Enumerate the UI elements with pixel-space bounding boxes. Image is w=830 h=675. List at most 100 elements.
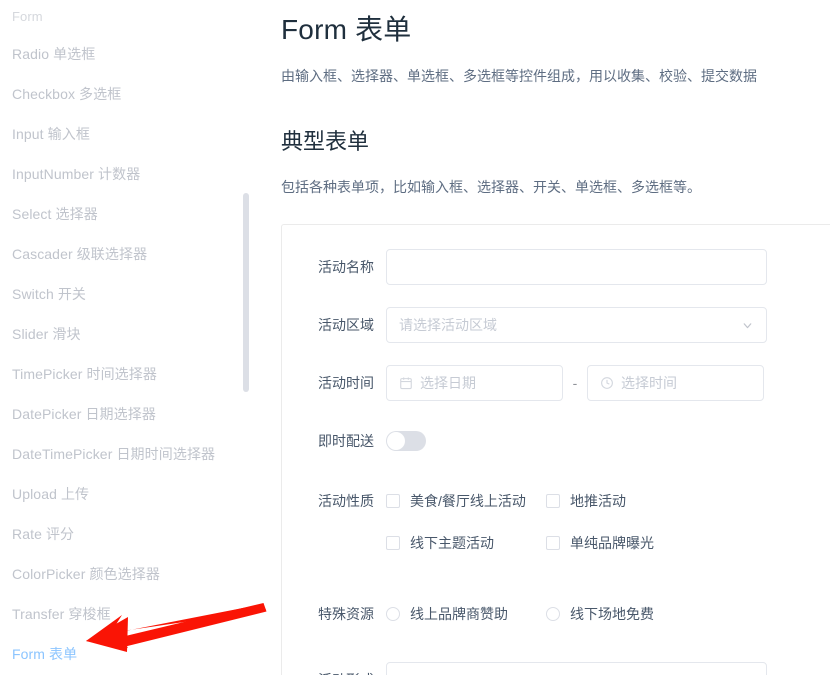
sidebar-group-form: Form bbox=[0, 0, 256, 34]
sidebar-item-label: TimePicker 时间选择器 bbox=[12, 366, 157, 382]
checkbox-box-icon bbox=[386, 536, 400, 550]
sidebar-item-label: DateTimePicker 日期时间选择器 bbox=[12, 446, 216, 462]
form-row-resource: 特殊资源 线上品牌商赞助 线下场地免费 bbox=[282, 596, 830, 632]
documentation-page: Form Radio 单选框 Checkbox 多选框 Input 输入框 In… bbox=[0, 0, 830, 675]
sidebar-item-label: Cascader 级联选择器 bbox=[12, 246, 148, 262]
form-label-time: 活动时间 bbox=[318, 375, 374, 391]
activity-date-picker[interactable]: 选择日期 bbox=[386, 365, 563, 401]
sidebar-item-upload[interactable]: Upload 上传 bbox=[0, 474, 256, 514]
form-row-nature: 活动性质 美食/餐厅线上活动 地推活动 线下主题活动 单纯品牌曝光 bbox=[282, 483, 830, 574]
form-label-resource: 特殊资源 bbox=[318, 606, 374, 622]
sidebar-item-select[interactable]: Select 选择器 bbox=[0, 194, 256, 234]
activity-region-placeholder: 请选择活动区域 bbox=[399, 317, 497, 333]
form-row-time: 活动时间 选择日期 - 选择时间 bbox=[282, 365, 830, 401]
sidebar-item-slider[interactable]: Slider 滑块 bbox=[0, 314, 256, 354]
sidebar-item-label: Transfer 穿梭框 bbox=[12, 606, 111, 622]
sidebar-item-label: Switch 开关 bbox=[12, 286, 87, 302]
page-description: 由输入框、选择器、单选框、多选框等控件组成，用以收集、校验、提交数据 bbox=[281, 68, 757, 84]
sidebar-nav-list: Form Radio 单选框 Checkbox 多选框 Input 输入框 In… bbox=[0, 0, 256, 674]
sidebar-scrollbar-thumb[interactable] bbox=[243, 193, 249, 392]
checkbox-label: 美食/餐厅线上活动 bbox=[410, 493, 526, 509]
sidebar-item-label: Rate 评分 bbox=[12, 526, 75, 542]
form-label-nature: 活动性质 bbox=[318, 493, 374, 509]
activity-region-select[interactable]: 请选择活动区域 bbox=[386, 307, 767, 343]
form-row-region: 活动区域 请选择活动区域 bbox=[282, 307, 830, 343]
sidebar-item-datepicker[interactable]: DatePicker 日期选择器 bbox=[0, 394, 256, 434]
activity-date-placeholder: 选择日期 bbox=[420, 375, 476, 391]
sidebar-item-label: Form bbox=[12, 9, 43, 24]
activity-format-textarea[interactable] bbox=[386, 662, 767, 675]
sidebar-item-transfer[interactable]: Transfer 穿梭框 bbox=[0, 594, 256, 634]
form-control-region: 请选择活动区域 bbox=[386, 307, 830, 343]
instant-delivery-switch[interactable] bbox=[386, 431, 426, 451]
sidebar-item-radio[interactable]: Radio 单选框 bbox=[0, 34, 256, 74]
checkbox-option[interactable]: 地推活动 bbox=[546, 490, 716, 512]
sidebar-item-label: InputNumber 计数器 bbox=[12, 166, 141, 182]
activity-time-placeholder: 选择时间 bbox=[621, 375, 677, 391]
sidebar-item-label: Form 表单 bbox=[12, 646, 78, 662]
form-label-format: 活动形式 bbox=[296, 662, 386, 675]
content-inner: Form 表单 由输入框、选择器、单选框、多选框等控件组成，用以收集、校验、提交… bbox=[256, 16, 830, 675]
form-row-format: 活动形式 bbox=[282, 662, 830, 675]
sidebar-item-label: Slider 滑块 bbox=[12, 326, 81, 342]
checkbox-box-icon bbox=[546, 536, 560, 550]
sidebar-item-cascader[interactable]: Cascader 级联选择器 bbox=[0, 234, 256, 274]
switch-knob bbox=[387, 432, 405, 450]
checkbox-label: 地推活动 bbox=[570, 493, 626, 509]
sidebar-item-form[interactable]: Form 表单 bbox=[0, 634, 256, 674]
form-label-delivery: 即时配送 bbox=[318, 433, 374, 449]
sidebar-item-label: Upload 上传 bbox=[12, 486, 90, 502]
form-control-delivery bbox=[386, 423, 830, 451]
sidebar-item-colorpicker[interactable]: ColorPicker 颜色选择器 bbox=[0, 554, 256, 594]
form-label-region: 活动区域 bbox=[318, 317, 374, 333]
form-row-delivery: 即时配送 bbox=[282, 423, 830, 459]
checkbox-label: 单纯品牌曝光 bbox=[570, 535, 654, 551]
sidebar-item-label: DatePicker 日期选择器 bbox=[12, 406, 156, 422]
form-demo-card: 活动名称 活动区域 请选择活动区域 活动时间 选择日期 - 选择时间 即时配送 … bbox=[281, 224, 830, 675]
checkbox-option[interactable]: 线下主题活动 bbox=[386, 532, 546, 554]
checkbox-option[interactable]: 单纯品牌曝光 bbox=[546, 532, 716, 554]
sidebar-item-rate[interactable]: Rate 评分 bbox=[0, 514, 256, 554]
sidebar-item-timepicker[interactable]: TimePicker 时间选择器 bbox=[0, 354, 256, 394]
radio-label: 线下场地免费 bbox=[570, 606, 654, 622]
sidebar-item-label: ColorPicker 颜色选择器 bbox=[12, 566, 160, 582]
activity-nature-checkbox-group: 美食/餐厅线上活动 地推活动 线下主题活动 单纯品牌曝光 bbox=[386, 483, 716, 574]
sidebar-item-switch[interactable]: Switch 开关 bbox=[0, 274, 256, 314]
range-separator: - bbox=[572, 375, 578, 391]
form-control-resource: 线上品牌商赞助 线下场地免费 bbox=[386, 596, 830, 625]
radio-option[interactable]: 线上品牌商赞助 bbox=[386, 603, 546, 625]
form-control-format bbox=[386, 662, 830, 675]
checkbox-option[interactable]: 美食/餐厅线上活动 bbox=[386, 490, 546, 512]
activity-name-input[interactable] bbox=[386, 249, 767, 285]
sidebar-item-label: Radio 单选框 bbox=[12, 46, 96, 62]
radio-option[interactable]: 线下场地免费 bbox=[546, 603, 716, 625]
radio-circle-icon bbox=[546, 607, 560, 621]
checkbox-box-icon bbox=[386, 494, 400, 508]
sidebar-navigation[interactable]: Form Radio 单选框 Checkbox 多选框 Input 输入框 In… bbox=[0, 0, 256, 675]
sidebar-item-datetimepicker[interactable]: DateTimePicker 日期时间选择器 bbox=[0, 434, 256, 474]
sidebar-item-inputnumber[interactable]: InputNumber 计数器 bbox=[0, 154, 256, 194]
form-label-name: 活动名称 bbox=[318, 259, 374, 275]
clock-icon bbox=[600, 376, 614, 390]
checkbox-box-icon bbox=[546, 494, 560, 508]
sidebar-item-label: Checkbox 多选框 bbox=[12, 86, 122, 102]
datetime-range: 选择日期 - 选择时间 bbox=[386, 365, 830, 401]
section-title: 典型表单 bbox=[281, 129, 370, 154]
sidebar-item-checkbox[interactable]: Checkbox 多选框 bbox=[0, 74, 256, 114]
form-control-name bbox=[386, 249, 830, 285]
sidebar-item-input[interactable]: Input 输入框 bbox=[0, 114, 256, 154]
radio-circle-icon bbox=[386, 607, 400, 621]
form-control-nature: 美食/餐厅线上活动 地推活动 线下主题活动 单纯品牌曝光 bbox=[386, 483, 830, 574]
form-control-time: 选择日期 - 选择时间 bbox=[386, 365, 830, 401]
chevron-down-icon bbox=[741, 319, 754, 332]
main-content: Form 表单 由输入框、选择器、单选框、多选框等控件组成，用以收集、校验、提交… bbox=[256, 0, 830, 675]
section-description: 包括各种表单项，比如输入框、选择器、开关、单选框、多选框等。 bbox=[281, 179, 701, 195]
radio-label: 线上品牌商赞助 bbox=[410, 606, 508, 622]
sidebar-item-label: Input 输入框 bbox=[12, 126, 90, 142]
checkbox-label: 线下主题活动 bbox=[410, 535, 494, 551]
form-row-name: 活动名称 bbox=[282, 249, 830, 285]
sidebar-item-label: Select 选择器 bbox=[12, 206, 98, 222]
calendar-icon bbox=[399, 376, 413, 390]
activity-time-picker[interactable]: 选择时间 bbox=[587, 365, 764, 401]
special-resource-radio-group: 线上品牌商赞助 线下场地免费 bbox=[386, 596, 830, 625]
